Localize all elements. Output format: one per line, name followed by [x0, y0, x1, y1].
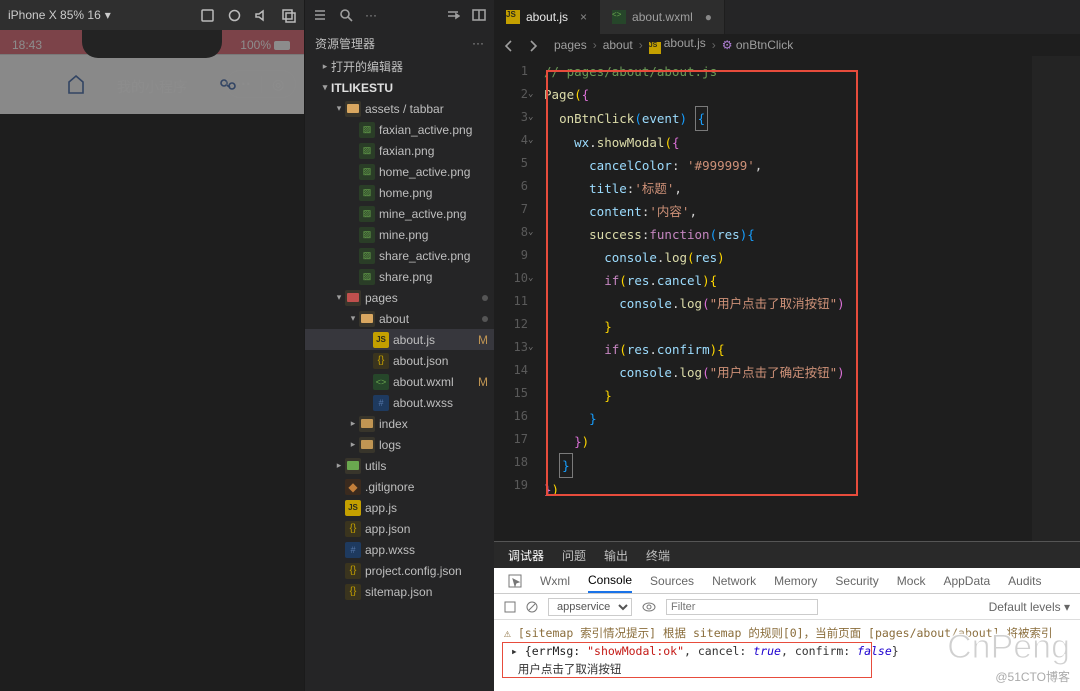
file-mine-png[interactable]: ▨mine.png — [305, 224, 494, 245]
file-app-json[interactable]: {}app.json — [305, 518, 494, 539]
forward-icon[interactable] — [526, 38, 540, 52]
file-utils[interactable]: ▸utils — [305, 455, 494, 476]
credit: @51CTO博客 — [995, 668, 1070, 685]
split-icon[interactable] — [472, 8, 486, 22]
console-panel: 调试器 问题 输出 终端 Wxml Console Sources Network Memor… — [494, 541, 1080, 691]
file-about-wxss[interactable]: #about.wxss — [305, 392, 494, 413]
mute-icon[interactable] — [254, 8, 269, 23]
devtools-tab-Audits[interactable]: Audits — [1008, 574, 1041, 588]
console-filter-bar: appservice Default levels ▾ — [494, 594, 1080, 620]
devtools-tab-Wxml[interactable]: Wxml — [540, 574, 570, 588]
search-icon[interactable] — [339, 8, 353, 22]
levels-select[interactable]: Default levels ▾ — [989, 600, 1070, 614]
file-index[interactable]: ▸index — [305, 413, 494, 434]
panel-tab-调试器[interactable]: 调试器 — [508, 547, 544, 564]
file-about-wxml[interactable]: <>about.wxmlM — [305, 371, 494, 392]
file-tree[interactable]: ▾assets / tabbar▨faxian_active.png▨faxia… — [305, 98, 494, 691]
layers-icon[interactable] — [281, 8, 296, 23]
inspect-icon[interactable] — [508, 574, 522, 588]
simulator-toolbar: iPhone X 85% 16 ▾ — [0, 0, 304, 30]
console-log[interactable]: ⚠ [sitemap 索引情况提示] 根据 sitemap 的规则[0]，当前页… — [494, 620, 1080, 691]
panel-tab-问题[interactable]: 问题 — [562, 547, 586, 564]
file-logs[interactable]: ▸logs — [305, 434, 494, 455]
file-project-config-json[interactable]: {}project.config.json — [305, 560, 494, 581]
file-pages[interactable]: ▾pages — [305, 287, 494, 308]
clear-icon[interactable] — [526, 601, 538, 613]
group-project[interactable]: ▾ITLIKESTU — [305, 77, 494, 98]
explorer-title: 资源管理器··· — [305, 30, 494, 56]
devtools-tab-Console[interactable]: Console — [588, 573, 632, 593]
panel-tab-输出[interactable]: 输出 — [604, 547, 628, 564]
tab-about.wxml[interactable]: <>about.wxml● — [600, 0, 725, 34]
file-home-png[interactable]: ▨home.png — [305, 182, 494, 203]
tablet-icon[interactable] — [200, 8, 215, 23]
file-home-active-png[interactable]: ▨home_active.png — [305, 161, 494, 182]
file-about-js[interactable]: JSabout.jsM — [305, 329, 494, 350]
back-icon[interactable] — [502, 38, 516, 52]
file-share-active-png[interactable]: ▨share_active.png — [305, 245, 494, 266]
file-about-json[interactable]: {}about.json — [305, 350, 494, 371]
file-about[interactable]: ▾about — [305, 308, 494, 329]
device-selector[interactable]: iPhone X 85% 16 ▾ — [8, 8, 111, 22]
breadcrumb[interactable]: pages›about›JSabout.js›⚙ onBtnClick — [550, 34, 793, 56]
file-app-js[interactable]: JSapp.js — [305, 497, 494, 518]
more-icon: ··· — [365, 8, 377, 22]
file-faxian-png[interactable]: ▨faxian.png — [305, 140, 494, 161]
breadcrumb-item[interactable]: JSabout.js — [649, 36, 706, 54]
breadcrumb-item[interactable]: about — [603, 38, 633, 52]
debug-icon[interactable] — [446, 8, 460, 22]
panel-tabs[interactable]: 调试器 问题 输出 终端 — [494, 542, 1080, 568]
log-warning: ⚠ [sitemap 索引情况提示] 根据 sitemap 的规则[0]，当前页… — [504, 624, 1070, 642]
main-area: iPhone X 85% 16 ▾ 18:43 100% 我的小程序 ···◎ — [0, 0, 1080, 691]
explorer-toolbar: ··· — [305, 0, 494, 30]
minimap[interactable] — [1032, 56, 1080, 541]
modal-mask[interactable] — [0, 30, 304, 114]
file-app-wxss[interactable]: #app.wxss — [305, 539, 494, 560]
file-sitemap-json[interactable]: {}sitemap.json — [305, 581, 494, 602]
panel-tab-终端[interactable]: 终端 — [646, 547, 670, 564]
editor-tabs[interactable]: JSabout.js×<>about.wxml● — [494, 0, 1080, 34]
devtools-tab-Mock[interactable]: Mock — [897, 574, 926, 588]
tab-about.js[interactable]: JSabout.js× — [494, 0, 600, 34]
devtools-tab-Network[interactable]: Network — [712, 574, 756, 588]
devtools-tab-Security[interactable]: Security — [835, 574, 878, 588]
file-faxian-active-png[interactable]: ▨faxian_active.png — [305, 119, 494, 140]
eye-icon[interactable] — [642, 602, 656, 612]
editor-toolbar: pages›about›JSabout.js›⚙ onBtnClick — [494, 34, 1080, 56]
filter-input[interactable] — [666, 599, 818, 615]
group-open-editors[interactable]: ▸打开的编辑器 — [305, 56, 494, 77]
file-mine-active-png[interactable]: ▨mine_active.png — [305, 203, 494, 224]
breadcrumb-item[interactable]: ⚙ onBtnClick — [722, 38, 793, 52]
devtools-tabs[interactable]: Wxml Console Sources Network Memory Security M… — [494, 568, 1080, 594]
file-assets-tabbar[interactable]: ▾assets / tabbar — [305, 98, 494, 119]
file--gitignore[interactable]: ◆.gitignore — [305, 476, 494, 497]
devtools-tab-Sources[interactable]: Sources — [650, 574, 694, 588]
devtools-tab-Memory[interactable]: Memory — [774, 574, 817, 588]
breadcrumb-item[interactable]: pages — [554, 38, 587, 52]
context-select[interactable]: appservice — [548, 598, 632, 616]
gutter: 1⌄2⌄3⌄4567⌄89⌄101112⌄13141516171819 — [494, 56, 536, 541]
devtools-tab-AppData[interactable]: AppData — [943, 574, 990, 588]
simulator: 18:43 100% 我的小程序 ···◎ 点击按钮展示弹窗 标题 内容 取消 … — [0, 30, 304, 114]
highlight-box-2 — [502, 642, 872, 678]
refresh-icon[interactable] — [227, 8, 242, 23]
explorer: ··· 资源管理器··· ▸打开的编辑器 ▾ITLIKESTU ▾assets … — [304, 0, 494, 691]
play-icon[interactable] — [504, 601, 516, 613]
highlight-box — [546, 70, 858, 496]
phone-frame: 18:43 100% 我的小程序 ···◎ 点击按钮展示弹窗 标题 内容 取消 … — [0, 30, 304, 114]
code-editor[interactable]: 1⌄2⌄3⌄4567⌄89⌄101112⌄13141516171819 // p… — [494, 56, 1080, 541]
list-icon[interactable] — [313, 8, 327, 22]
file-share-png[interactable]: ▨share.png — [305, 266, 494, 287]
editor-area: JSabout.js×<>about.wxml● pages›about›JSa… — [494, 0, 1080, 691]
